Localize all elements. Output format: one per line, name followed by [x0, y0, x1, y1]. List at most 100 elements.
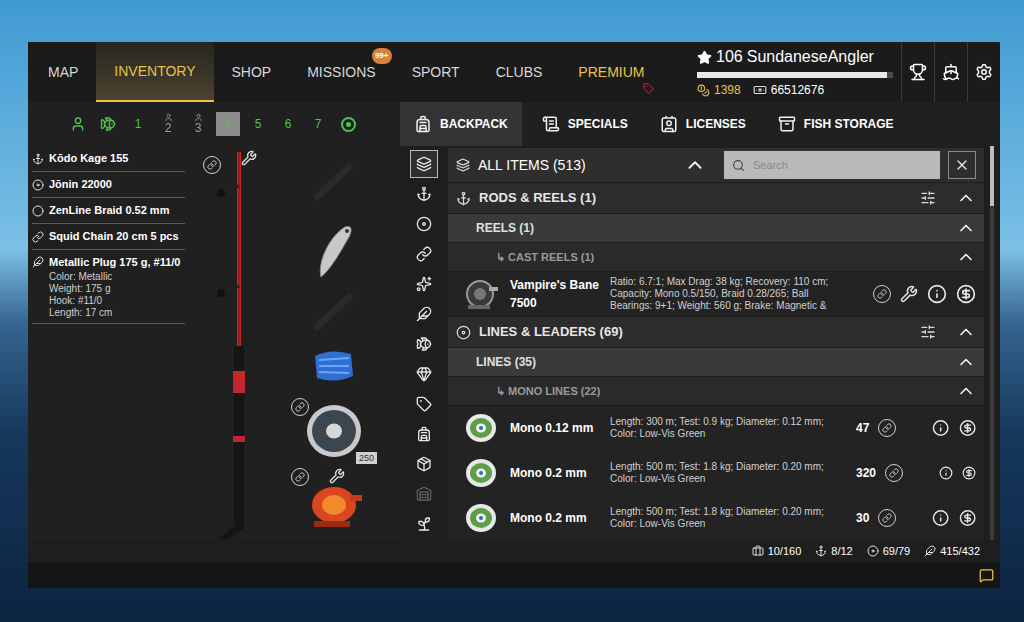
collapse-icon[interactable] [684, 154, 706, 176]
category-button[interactable] [410, 300, 438, 328]
equip-icon[interactable] [878, 419, 896, 437]
sell-icon[interactable] [956, 284, 976, 304]
collapse-icon[interactable] [956, 247, 976, 267]
equip-icon[interactable] [878, 509, 896, 527]
loadout-slot[interactable]: 6 [273, 112, 303, 136]
leader-slot[interactable] [289, 336, 379, 396]
category-row[interactable]: RODS & REELS (1) [448, 183, 984, 213]
category-icon [416, 216, 432, 232]
storage-tab[interactable]: FISH STORAGE [766, 102, 906, 146]
loadout-slot[interactable]: 2 [153, 112, 183, 136]
category-button[interactable] [410, 270, 438, 298]
settings-button[interactable] [967, 42, 1000, 102]
equipment-row[interactable]: Jōnin 22000 [32, 172, 185, 198]
storage-tab[interactable]: BACKPACK [400, 102, 522, 146]
empty-slot[interactable] [289, 286, 379, 336]
group-row[interactable]: REELS (1) [448, 214, 984, 242]
equip-icon[interactable] [873, 285, 891, 303]
tab-icon [778, 115, 796, 133]
info-icon[interactable] [939, 463, 953, 483]
loadout-slot[interactable]: 7 [303, 112, 333, 136]
category-button[interactable] [410, 390, 438, 418]
category-icon [416, 156, 432, 172]
loadout-slot[interactable]: 4 [213, 112, 243, 136]
angler-button[interactable] [63, 116, 93, 132]
category-row[interactable]: LINES & LEADERS (69) [448, 317, 984, 347]
sell-icon[interactable] [959, 508, 976, 528]
category-button[interactable] [410, 210, 438, 238]
item-row[interactable]: Vampire's Bane 7500Ratio: 6.7:1; Max Dra… [448, 272, 984, 316]
rod-view [189, 146, 289, 540]
chat-icon[interactable] [979, 568, 994, 583]
boat-button[interactable] [934, 42, 967, 102]
nav-tab[interactable]: PREMIUM [560, 42, 662, 102]
filter-icon[interactable] [920, 324, 936, 340]
group-row[interactable]: LINES (35) [448, 348, 984, 376]
item-row[interactable]: Mono 0.2 mmLength: 500 m; Test: 1.8 kg; … [448, 496, 984, 540]
reel-equip-icon[interactable] [291, 468, 309, 486]
equipment-row[interactable]: Kōdo Kage 155 [32, 146, 185, 172]
loadout-slot[interactable]: 3 [183, 112, 213, 136]
category-button[interactable] [410, 510, 438, 538]
extra-slot-button[interactable] [333, 117, 363, 132]
nav-tab[interactable]: MISSIONS99+ [289, 42, 393, 102]
reel-slot[interactable] [289, 466, 379, 540]
category-button[interactable] [410, 150, 438, 178]
equipment-row[interactable]: ZenLine Braid 0.52 mm [32, 198, 185, 224]
item-row[interactable]: Mono 0.2 mmLength: 500 m; Test: 1.8 kg; … [448, 451, 984, 495]
empty-slot[interactable] [289, 146, 379, 216]
equipment-row[interactable]: Metallic Plug 175 g, #11/0Color: Metalli… [32, 250, 185, 324]
equipment-row[interactable]: Squid Chain 20 cm 5 pcs [32, 224, 185, 250]
subgroup-row[interactable]: ↳ CAST REELS (1) [448, 243, 984, 271]
clear-search-button[interactable] [948, 151, 976, 179]
xp-bar [697, 72, 893, 78]
rod-equip-icon[interactable] [203, 156, 221, 174]
category-button[interactable] [410, 180, 438, 208]
line-slot[interactable]: 250 [289, 396, 379, 466]
item-row[interactable]: Mono 0.12 mmLength: 300 m; Test: 0.9 kg;… [448, 406, 984, 450]
fish-button[interactable] [93, 116, 123, 132]
category-button[interactable] [410, 450, 438, 478]
category-button[interactable] [410, 420, 438, 448]
sell-icon[interactable] [962, 463, 976, 483]
category-button[interactable] [410, 360, 438, 388]
angler-icon [70, 116, 86, 132]
loadout-slot[interactable]: 1 [123, 112, 153, 136]
reel-wrench-icon[interactable] [329, 468, 345, 484]
collapse-icon[interactable] [956, 352, 976, 372]
leaderboard-button[interactable] [901, 42, 934, 102]
rod-wrench-icon[interactable] [241, 150, 257, 166]
storage-tab[interactable]: SPECIALS [530, 102, 640, 146]
wrench-icon[interactable] [900, 285, 918, 303]
sell-icon[interactable] [959, 418, 976, 438]
nav-tab[interactable]: MAP [30, 42, 96, 102]
nav-tab[interactable]: SHOP [214, 42, 290, 102]
category-button[interactable] [410, 480, 438, 508]
scrollbar[interactable] [990, 146, 994, 540]
search-field[interactable] [724, 151, 940, 179]
info-icon[interactable] [932, 418, 949, 438]
info-icon[interactable] [932, 508, 949, 528]
lure-slot[interactable] [289, 216, 379, 286]
collapse-icon[interactable] [956, 218, 976, 238]
info-icon[interactable] [927, 284, 947, 304]
search-input[interactable] [753, 157, 932, 174]
line-equip-icon[interactable] [291, 398, 309, 416]
lure-detail: Color: Metallic [49, 271, 185, 283]
equipment-icon [32, 231, 44, 243]
category-icon [416, 246, 432, 262]
lure-detail: Hook: #11/0 [49, 295, 185, 307]
category-button[interactable] [410, 240, 438, 268]
subgroup-row[interactable]: ↳ MONO LINES (22) [448, 377, 984, 405]
loadout-slot[interactable]: 5 [243, 112, 273, 136]
category-button[interactable] [410, 330, 438, 358]
nav-tab[interactable]: SPORT [394, 42, 478, 102]
equip-icon[interactable] [885, 464, 903, 482]
collapse-icon[interactable] [956, 322, 976, 342]
nav-tab[interactable]: CLUBS [478, 42, 561, 102]
storage-tab[interactable]: LICENSES [648, 102, 758, 146]
filter-icon[interactable] [920, 190, 936, 206]
nav-tab[interactable]: INVENTORY [96, 42, 213, 102]
collapse-icon[interactable] [956, 381, 976, 401]
collapse-icon[interactable] [956, 188, 976, 208]
